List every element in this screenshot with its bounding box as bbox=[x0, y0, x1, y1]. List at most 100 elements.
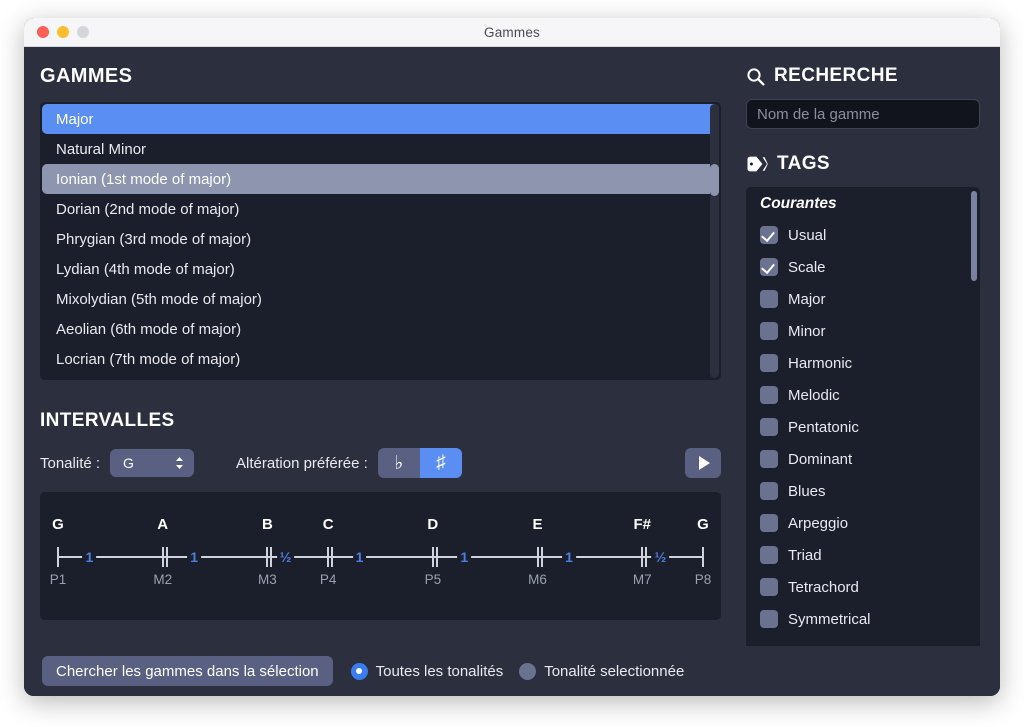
checkbox-checked-icon[interactable] bbox=[760, 258, 778, 276]
checkbox-unchecked-icon[interactable] bbox=[760, 482, 778, 500]
ruler-tick bbox=[702, 547, 704, 567]
checkbox-unchecked-icon[interactable] bbox=[760, 290, 778, 308]
tag-list-item[interactable]: Dominant bbox=[746, 443, 980, 475]
tag-list-item-label: Tetrachord bbox=[788, 578, 859, 596]
tag-list-item-label: Scale bbox=[788, 258, 826, 276]
search-section-header: RECHERCHE bbox=[746, 65, 980, 87]
tag-list-item[interactable]: Pentatonic bbox=[746, 411, 980, 443]
flat-button[interactable]: ♭ bbox=[377, 448, 420, 478]
tag-list-item[interactable]: Symmetrical bbox=[746, 603, 980, 635]
scales-list-scrollbar[interactable] bbox=[710, 104, 719, 378]
search-glyph bbox=[747, 67, 765, 86]
window-title: Gammes bbox=[484, 24, 540, 40]
scale-list-item[interactable]: Locrian (7th mode of major) bbox=[42, 344, 719, 374]
sharp-button[interactable]: ♯ bbox=[419, 448, 462, 478]
key-select[interactable]: G bbox=[110, 449, 195, 477]
scale-list-item[interactable]: Aeolian (6th mode of major) bbox=[42, 314, 719, 344]
ruler-degree-label: P4 bbox=[319, 572, 337, 587]
scale-list-item[interactable]: Major bbox=[42, 104, 719, 134]
search-input[interactable] bbox=[746, 99, 980, 129]
ruler-degree-label: M3 bbox=[258, 572, 277, 587]
scale-list-item[interactable]: Ionian (1st mode of major) bbox=[42, 164, 719, 194]
tag-list-item[interactable]: Minor bbox=[746, 315, 980, 347]
tag-list-item-label: Pentatonic bbox=[788, 418, 859, 436]
tag-list-item-label: Usual bbox=[788, 226, 827, 244]
ruler-note-label: G bbox=[697, 516, 709, 533]
search-icon bbox=[746, 67, 765, 86]
tag-list-item[interactable]: Usual bbox=[746, 219, 980, 251]
checkbox-unchecked-icon[interactable] bbox=[760, 546, 778, 564]
ruler-degree-label: P8 bbox=[694, 572, 712, 587]
tag-glyph bbox=[747, 156, 768, 172]
app-window: Gammes GAMMES Major Natural Minor Ionian (… bbox=[24, 18, 1000, 696]
scale-list-item-label: Mixolydian (5th mode of major) bbox=[56, 290, 262, 308]
tag-list-item-label: Minor bbox=[788, 322, 826, 340]
ruler-note-label: E bbox=[532, 516, 543, 533]
tonality-scope-radio-option[interactable]: Tonalité selectionnée bbox=[519, 662, 685, 680]
radio-unselected-icon[interactable] bbox=[519, 662, 537, 680]
checkbox-unchecked-icon[interactable] bbox=[760, 322, 778, 340]
scales-section-header: GAMMES bbox=[40, 65, 721, 88]
key-select-value: G bbox=[123, 455, 134, 471]
tag-list-item[interactable]: Harmonic bbox=[746, 347, 980, 379]
tag-list-item[interactable]: Major bbox=[746, 283, 980, 315]
checkbox-unchecked-icon[interactable] bbox=[760, 450, 778, 468]
tags-list-scrollbar-thumb[interactable] bbox=[971, 191, 977, 281]
window-titlebar: Gammes bbox=[24, 18, 1000, 47]
tonality-scope-radio-option[interactable]: Toutes les tonalités bbox=[350, 662, 503, 680]
scale-list-item-label: Dorian (2nd mode of major) bbox=[56, 200, 240, 218]
checkbox-unchecked-icon[interactable] bbox=[760, 354, 778, 372]
scale-list-item[interactable]: Natural Minor bbox=[42, 134, 719, 164]
tag-icon bbox=[746, 155, 768, 173]
tag-list-item-label: Triad bbox=[788, 546, 822, 564]
intervals-header-label: INTERVALLES bbox=[40, 410, 175, 431]
checkbox-checked-icon[interactable] bbox=[760, 226, 778, 244]
ruler-note-label: F# bbox=[633, 516, 652, 533]
intervals-section-header: INTERVALLES bbox=[40, 410, 721, 432]
ruler-tick bbox=[161, 547, 168, 567]
ruler-step-label: ½ bbox=[651, 547, 670, 567]
checkbox-unchecked-icon[interactable] bbox=[760, 514, 778, 532]
play-icon bbox=[699, 456, 710, 470]
scales-header-label: GAMMES bbox=[40, 65, 133, 87]
scale-list-item-label: Aeolian (6th mode of major) bbox=[56, 320, 242, 338]
checkbox-unchecked-icon[interactable] bbox=[760, 386, 778, 404]
scales-list-scrollbar-thumb[interactable] bbox=[710, 164, 719, 196]
tags-header-label: TAGS bbox=[777, 153, 830, 174]
tonality-scope-radio-label: Tonalité selectionnée bbox=[544, 662, 685, 680]
tag-list-item[interactable]: Tetrachord bbox=[746, 571, 980, 603]
tag-list-item[interactable]: Triad bbox=[746, 539, 980, 571]
ruler-step-label: 1 bbox=[187, 547, 202, 567]
ruler-baseline bbox=[58, 556, 703, 558]
right-pane: RECHERCHE TAGS Courantes Usua bbox=[737, 47, 1000, 696]
search-in-selection-button[interactable]: Chercher les gammes dans la sélection bbox=[42, 656, 333, 686]
scales-list[interactable]: Major Natural Minor Ionian (1st mode of ma… bbox=[40, 102, 721, 380]
search-header-label: RECHERCHE bbox=[774, 65, 898, 86]
tag-list-item[interactable]: Arpeggio bbox=[746, 507, 980, 539]
ruler-tick bbox=[536, 547, 543, 567]
left-pane: GAMMES Major Natural Minor Ionian (1st mod… bbox=[24, 47, 737, 696]
scale-list-item[interactable]: Phrygian (3rd mode of major) bbox=[42, 224, 719, 254]
ruler-degree-label: M6 bbox=[528, 572, 547, 587]
checkbox-unchecked-icon[interactable] bbox=[760, 610, 778, 628]
ruler-note-label: G bbox=[52, 516, 64, 533]
tag-list-item[interactable]: Scale bbox=[746, 251, 980, 283]
radio-selected-icon[interactable] bbox=[350, 662, 368, 680]
tag-list-item[interactable]: Blues bbox=[746, 475, 980, 507]
window-content: GAMMES Major Natural Minor Ionian (1st mod… bbox=[24, 47, 1000, 696]
tags-list[interactable]: Courantes Usual Scale Major Minor Harmonic Me… bbox=[746, 187, 980, 696]
tag-list-item-label: Harmonic bbox=[788, 354, 853, 372]
scale-list-item[interactable]: Mixolydian (5th mode of major) bbox=[42, 284, 719, 314]
play-button[interactable] bbox=[685, 448, 721, 478]
checkbox-unchecked-icon[interactable] bbox=[760, 578, 778, 596]
checkbox-unchecked-icon[interactable] bbox=[760, 418, 778, 436]
screenshot-root: Gammes GAMMES Major Natural Minor Ionian (… bbox=[0, 0, 1024, 727]
interval-ruler: G P1 A M2 B M3 C P4 D P5 E M6 F# M7 G P8 1 1 ½ 1 1 1 ½ bbox=[50, 516, 712, 588]
tag-list-item[interactable]: Melodic bbox=[746, 379, 980, 411]
scale-list-item[interactable]: Lydian (4th mode of major) bbox=[42, 254, 719, 284]
tag-group-label: Courantes bbox=[760, 195, 837, 212]
ruler-step-label: 1 bbox=[457, 547, 472, 567]
scale-list-item[interactable]: Dorian (2nd mode of major) bbox=[42, 194, 719, 224]
tags-list-scrollbar[interactable] bbox=[971, 191, 977, 621]
scale-list-item-label: Phrygian (3rd mode of major) bbox=[56, 230, 252, 248]
